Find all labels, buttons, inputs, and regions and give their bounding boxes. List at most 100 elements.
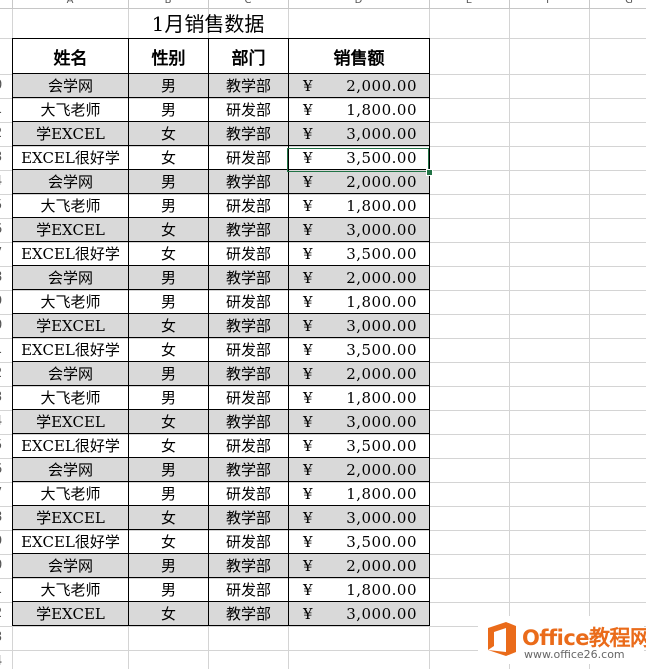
cell-name[interactable]: EXCEL很好学 bbox=[12, 433, 129, 458]
cell-gender[interactable]: 男 bbox=[128, 73, 209, 98]
row-header[interactable]: 8 bbox=[0, 270, 6, 285]
cell-gender[interactable]: 女 bbox=[128, 145, 209, 170]
cell-name[interactable]: 会学网 bbox=[12, 457, 129, 482]
cell-gender[interactable]: 女 bbox=[128, 601, 209, 626]
spreadsheet-grid[interactable]: ABCDEFG 01234567890123456789012345 1月销售数… bbox=[0, 0, 646, 669]
row-header[interactable]: 6 bbox=[0, 462, 6, 477]
cell-sales[interactable]: ¥2,000.00 bbox=[288, 169, 430, 194]
row-header[interactable]: 1 bbox=[0, 102, 6, 117]
row-header[interactable]: 3 bbox=[0, 150, 6, 165]
row-header[interactable]: 4 bbox=[0, 654, 6, 669]
cell-sales[interactable]: ¥1,800.00 bbox=[288, 481, 430, 506]
column-header[interactable]: E bbox=[429, 0, 509, 8]
cell-gender[interactable]: 男 bbox=[128, 457, 209, 482]
cell-name[interactable]: EXCEL很好学 bbox=[12, 529, 129, 554]
cell-sales[interactable]: ¥3,000.00 bbox=[288, 601, 430, 626]
cell-department[interactable]: 研发部 bbox=[208, 529, 289, 554]
cell-gender[interactable]: 女 bbox=[128, 313, 209, 338]
row-header[interactable]: 2 bbox=[0, 366, 6, 381]
row-header[interactable]: 2 bbox=[0, 126, 6, 141]
cell-sales[interactable]: ¥3,500.00 bbox=[288, 433, 430, 458]
column-header[interactable]: F bbox=[509, 0, 589, 8]
row-header[interactable]: 7 bbox=[0, 246, 6, 261]
header-gender[interactable]: 性别 bbox=[128, 38, 209, 74]
row-header[interactable]: 9 bbox=[0, 534, 6, 549]
cell-name[interactable]: 会学网 bbox=[12, 73, 129, 98]
cell-sales[interactable]: ¥3,000.00 bbox=[288, 409, 430, 434]
cell-name[interactable]: 学EXCEL bbox=[12, 217, 129, 242]
cell-department[interactable]: 教学部 bbox=[208, 73, 289, 98]
cell-gender[interactable]: 男 bbox=[128, 169, 209, 194]
cell-name[interactable]: 大飞老师 bbox=[12, 289, 129, 314]
cell-sales[interactable]: ¥3,000.00 bbox=[288, 313, 430, 338]
sheet-title[interactable]: 1月销售数据 bbox=[128, 9, 288, 38]
cell-department[interactable]: 教学部 bbox=[208, 457, 289, 482]
row-header[interactable]: 5 bbox=[0, 198, 6, 213]
cell-sales[interactable]: ¥1,800.00 bbox=[288, 97, 430, 122]
cell-department[interactable]: 研发部 bbox=[208, 145, 289, 170]
cell-department[interactable]: 教学部 bbox=[208, 409, 289, 434]
cell-department[interactable]: 研发部 bbox=[208, 241, 289, 266]
cell-name[interactable]: 学EXCEL bbox=[12, 313, 129, 338]
cell-gender[interactable]: 男 bbox=[128, 385, 209, 410]
cell-sales[interactable]: ¥1,800.00 bbox=[288, 577, 430, 602]
cell-gender[interactable]: 男 bbox=[128, 97, 209, 122]
fill-handle[interactable] bbox=[426, 169, 433, 176]
cell-department[interactable]: 研发部 bbox=[208, 481, 289, 506]
cell-gender[interactable]: 男 bbox=[128, 481, 209, 506]
cell-department[interactable]: 教学部 bbox=[208, 505, 289, 530]
column-header[interactable]: G bbox=[589, 0, 646, 8]
cell-name[interactable]: 会学网 bbox=[12, 169, 129, 194]
cell-gender[interactable]: 男 bbox=[128, 289, 209, 314]
cell-gender[interactable]: 男 bbox=[128, 193, 209, 218]
cell-department[interactable]: 教学部 bbox=[208, 361, 289, 386]
row-header[interactable]: 2 bbox=[0, 606, 6, 621]
column-header[interactable]: A bbox=[12, 0, 128, 8]
row-header[interactable]: 4 bbox=[0, 174, 6, 189]
cell-sales[interactable]: ¥2,000.00 bbox=[288, 265, 430, 290]
cell-gender[interactable]: 男 bbox=[128, 577, 209, 602]
cell-name[interactable]: EXCEL很好学 bbox=[12, 145, 129, 170]
row-header[interactable]: 8 bbox=[0, 510, 6, 525]
cell-gender[interactable]: 男 bbox=[128, 265, 209, 290]
cell-sales[interactable]: ¥2,000.00 bbox=[288, 457, 430, 482]
row-header[interactable]: 0 bbox=[0, 78, 6, 93]
cell-sales[interactable]: ¥2,000.00 bbox=[288, 361, 430, 386]
row-header[interactable]: 3 bbox=[0, 390, 6, 405]
cell-department[interactable]: 研发部 bbox=[208, 577, 289, 602]
cell-name[interactable]: 大飞老师 bbox=[12, 97, 129, 122]
row-header[interactable]: 5 bbox=[0, 438, 6, 453]
cell-gender[interactable]: 女 bbox=[128, 409, 209, 434]
row-header[interactable]: 4 bbox=[0, 414, 6, 429]
cell-department[interactable]: 教学部 bbox=[208, 601, 289, 626]
cell-department[interactable]: 研发部 bbox=[208, 289, 289, 314]
cell-department[interactable]: 教学部 bbox=[208, 169, 289, 194]
cell-name[interactable]: 会学网 bbox=[12, 265, 129, 290]
cell-department[interactable]: 研发部 bbox=[208, 433, 289, 458]
cell-name[interactable]: 大飞老师 bbox=[12, 577, 129, 602]
cell-sales[interactable]: ¥3,000.00 bbox=[288, 505, 430, 530]
cell-name[interactable]: 大飞老师 bbox=[12, 385, 129, 410]
cell-gender[interactable]: 男 bbox=[128, 361, 209, 386]
cell-department[interactable]: 教学部 bbox=[208, 121, 289, 146]
row-header[interactable]: 7 bbox=[0, 486, 6, 501]
cell-gender[interactable]: 女 bbox=[128, 505, 209, 530]
row-header[interactable]: 1 bbox=[0, 342, 6, 357]
cell-sales[interactable]: ¥2,000.00 bbox=[288, 553, 430, 578]
cell-sales[interactable]: ¥3,500.00 bbox=[288, 241, 430, 266]
column-header[interactable]: C bbox=[208, 0, 288, 8]
cell-name[interactable]: 大飞老师 bbox=[12, 193, 129, 218]
cell-sales[interactable]: ¥3,500.00 bbox=[288, 337, 430, 362]
column-header[interactable]: B bbox=[128, 0, 208, 8]
cell-sales[interactable]: ¥1,800.00 bbox=[288, 385, 430, 410]
cell-sales[interactable]: ¥1,800.00 bbox=[288, 193, 430, 218]
cell-sales[interactable]: ¥3,000.00 bbox=[288, 121, 430, 146]
row-header[interactable]: 1 bbox=[0, 582, 6, 597]
cell-gender[interactable]: 女 bbox=[128, 217, 209, 242]
header-sales[interactable]: 销售额 bbox=[288, 38, 430, 74]
cell-name[interactable]: EXCEL很好学 bbox=[12, 337, 129, 362]
cell-sales[interactable]: ¥3,500.00 bbox=[288, 529, 430, 554]
cell-gender[interactable]: 女 bbox=[128, 241, 209, 266]
cell-name[interactable]: 大飞老师 bbox=[12, 481, 129, 506]
row-header[interactable]: 0 bbox=[0, 558, 6, 573]
